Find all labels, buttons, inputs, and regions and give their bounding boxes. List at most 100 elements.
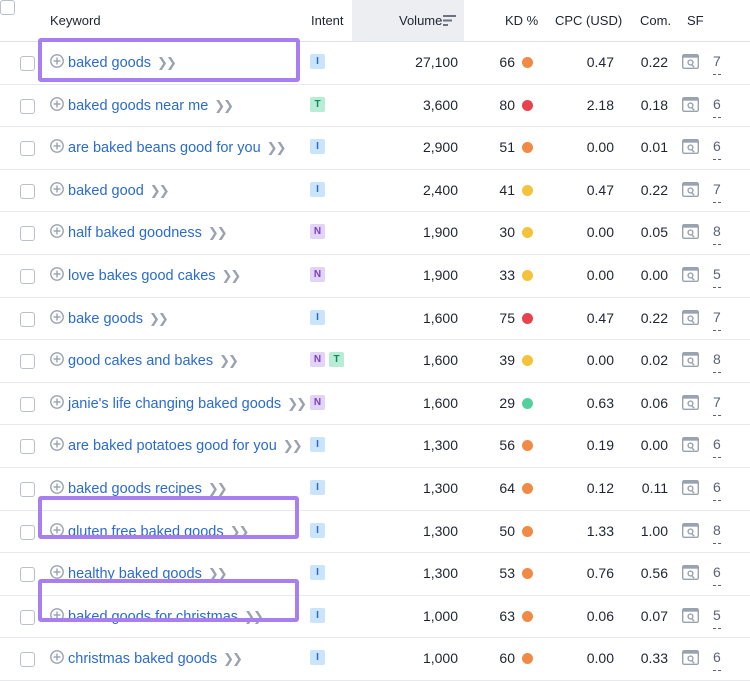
sf-header[interactable]: SF: [687, 0, 704, 41]
serp-features-count[interactable]: 7: [713, 306, 721, 331]
plus-circle-icon[interactable]: [50, 224, 64, 239]
double-chevron-right-icon[interactable]: ❯❯: [208, 566, 228, 581]
double-chevron-right-icon[interactable]: ❯❯: [244, 609, 264, 624]
serp-features-count[interactable]: 8: [713, 348, 721, 374]
serp-features-count[interactable]: 6: [713, 476, 721, 501]
keyword-link[interactable]: baked good ❯❯: [68, 170, 170, 212]
keyword-text[interactable]: baked goods: [68, 55, 151, 71]
row-checkbox[interactable]: [20, 567, 35, 583]
double-chevron-right-icon[interactable]: ❯❯: [214, 98, 234, 113]
plus-circle-icon[interactable]: [50, 352, 64, 367]
double-chevron-right-icon[interactable]: ❯❯: [287, 396, 307, 411]
serp-features-icon[interactable]: [682, 479, 699, 495]
serp-features-count[interactable]: 5: [713, 604, 721, 629]
sort-descending-icon[interactable]: [443, 15, 456, 26]
serp-features-icon[interactable]: [682, 139, 699, 155]
serp-features-icon[interactable]: [682, 96, 699, 112]
keyword-link[interactable]: christmas baked goods ❯❯: [68, 638, 243, 680]
keyword-text[interactable]: janie's life changing baked goods: [68, 396, 281, 412]
row-checkbox[interactable]: [20, 396, 35, 412]
double-chevron-right-icon[interactable]: ❯❯: [208, 481, 228, 496]
row-checkbox[interactable]: [20, 226, 35, 242]
double-chevron-right-icon[interactable]: ❯❯: [149, 311, 169, 326]
serp-features-count[interactable]: 6: [713, 561, 721, 587]
serp-features-count[interactable]: 7: [713, 391, 721, 416]
serp-features-icon[interactable]: [682, 650, 699, 666]
serp-features-icon[interactable]: [682, 224, 699, 240]
serp-features-count[interactable]: 5: [713, 263, 721, 288]
serp-features-icon[interactable]: [682, 309, 699, 325]
com-header[interactable]: Com.: [640, 0, 671, 41]
serp-features-icon[interactable]: [682, 266, 699, 282]
serp-features-icon[interactable]: [682, 607, 699, 623]
plus-circle-icon[interactable]: [50, 309, 64, 324]
keyword-header[interactable]: Keyword: [50, 0, 101, 41]
serp-features-icon[interactable]: [682, 54, 699, 69]
keyword-text[interactable]: baked goods near me: [68, 98, 208, 114]
keyword-text[interactable]: christmas baked goods: [68, 651, 217, 667]
serp-features-count[interactable]: 6: [713, 646, 721, 672]
row-checkbox[interactable]: [20, 439, 35, 455]
serp-features-count[interactable]: 8: [713, 519, 721, 544]
plus-circle-icon[interactable]: [50, 139, 64, 154]
double-chevron-right-icon[interactable]: ❯❯: [230, 524, 250, 539]
serp-features-count[interactable]: 6: [713, 433, 721, 459]
double-chevron-right-icon[interactable]: ❯❯: [283, 438, 303, 453]
plus-circle-icon[interactable]: [50, 394, 64, 409]
plus-circle-icon[interactable]: [50, 607, 64, 622]
row-checkbox[interactable]: [20, 524, 35, 540]
row-checkbox[interactable]: [20, 609, 35, 625]
plus-circle-icon[interactable]: [50, 650, 64, 665]
keyword-text[interactable]: good cakes and bakes: [68, 353, 213, 369]
plus-circle-icon[interactable]: [50, 267, 64, 281]
row-checkbox[interactable]: [20, 141, 35, 157]
keyword-link[interactable]: baked goods for christmas ❯❯: [68, 596, 264, 638]
serp-features-icon[interactable]: [682, 437, 699, 453]
keyword-link[interactable]: baked goods recipes ❯❯: [68, 468, 228, 510]
serp-features-count[interactable]: 8: [713, 220, 721, 246]
row-checkbox[interactable]: [20, 481, 35, 497]
serp-features-icon[interactable]: [682, 181, 699, 197]
keyword-link[interactable]: janie's life changing baked goods ❯❯: [68, 383, 307, 425]
keyword-text[interactable]: love bakes good cakes: [68, 268, 216, 284]
select-all-checkbox[interactable]: [0, 0, 15, 15]
keyword-link[interactable]: baked goods near me ❯❯: [68, 85, 234, 127]
row-checkbox[interactable]: [20, 183, 35, 199]
double-chevron-right-icon[interactable]: ❯❯: [150, 183, 170, 198]
serp-features-count[interactable]: 7: [713, 50, 721, 75]
volume-header[interactable]: Volume: [399, 0, 442, 41]
keyword-link[interactable]: half baked goodness ❯❯: [68, 212, 228, 254]
cpc-header[interactable]: CPC (USD): [555, 0, 622, 41]
row-checkbox[interactable]: [20, 98, 35, 114]
serp-features-icon[interactable]: [682, 352, 699, 368]
keyword-text[interactable]: baked good: [68, 183, 144, 199]
keyword-text[interactable]: baked goods for christmas: [68, 609, 238, 625]
plus-circle-icon[interactable]: [50, 437, 64, 452]
double-chevron-right-icon[interactable]: ❯❯: [157, 55, 177, 70]
keyword-link[interactable]: are baked potatoes good for you ❯❯: [68, 425, 303, 467]
keyword-link[interactable]: gluten free baked goods ❯❯: [68, 511, 250, 553]
keyword-link[interactable]: healthy baked goods ❯❯: [68, 553, 228, 595]
serp-features-count[interactable]: 7: [713, 178, 721, 203]
keyword-link[interactable]: are baked beans good for you ❯❯: [68, 127, 286, 169]
keyword-text[interactable]: are baked beans good for you: [68, 140, 261, 156]
keyword-link[interactable]: good cakes and bakes ❯❯: [68, 340, 239, 382]
serp-features-icon[interactable]: [682, 565, 699, 581]
keyword-link[interactable]: baked goods ❯❯: [68, 42, 177, 84]
row-checkbox[interactable]: [20, 354, 35, 370]
intent-header[interactable]: Intent: [311, 0, 344, 41]
serp-features-count[interactable]: 6: [713, 93, 721, 118]
row-checkbox[interactable]: [20, 268, 35, 284]
kd-header[interactable]: KD %: [505, 0, 538, 41]
double-chevron-right-icon[interactable]: ❯❯: [208, 225, 228, 240]
serp-features-icon[interactable]: [682, 394, 699, 410]
keyword-text[interactable]: half baked goodness: [68, 225, 202, 241]
keyword-text[interactable]: baked goods recipes: [68, 481, 202, 497]
keyword-text[interactable]: bake goods: [68, 311, 143, 327]
row-checkbox[interactable]: [20, 56, 35, 71]
plus-circle-icon[interactable]: [50, 480, 64, 494]
plus-circle-icon[interactable]: [50, 565, 64, 580]
keyword-link[interactable]: love bakes good cakes ❯❯: [68, 255, 241, 297]
row-checkbox[interactable]: [20, 652, 35, 668]
keyword-text[interactable]: are baked potatoes good for you: [68, 438, 277, 454]
